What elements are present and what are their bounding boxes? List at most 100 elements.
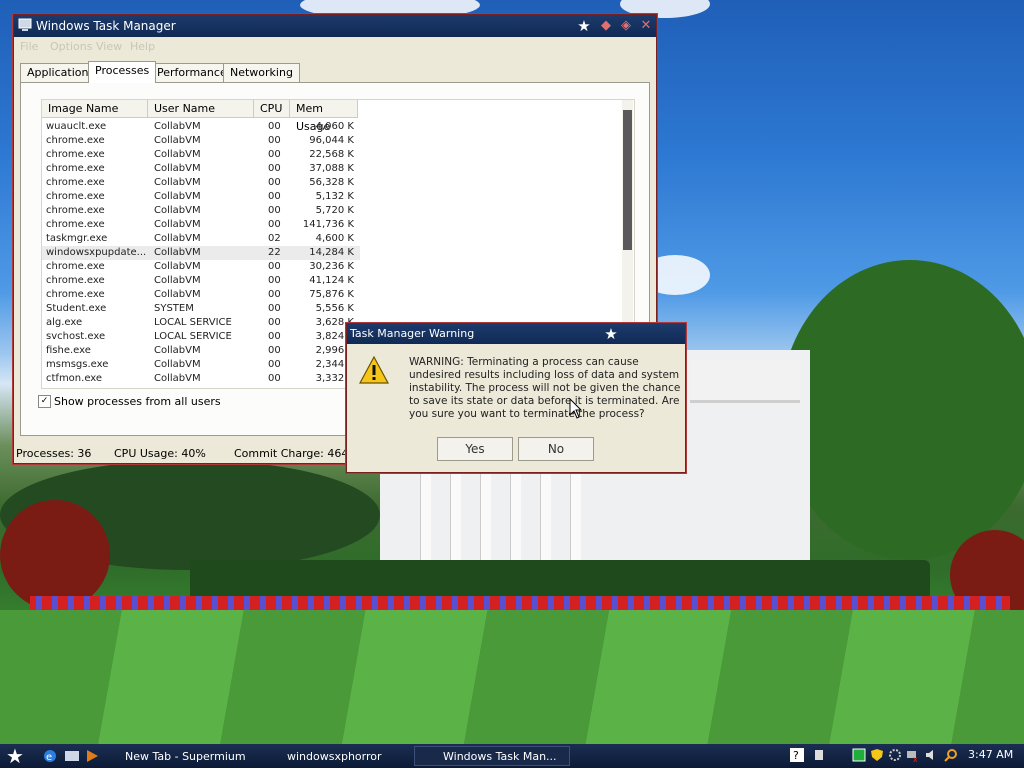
process-row[interactable]: chrome.exe CollabVM 00 5,132 K	[42, 190, 360, 204]
process-row[interactable]: chrome.exe CollabVM 00 5,720 K	[42, 204, 360, 218]
process-row[interactable]: Student.exe SYSTEM 00 5,556 K	[42, 302, 360, 316]
maximize-button[interactable]: ◈	[618, 18, 634, 34]
menu-file[interactable]: File	[20, 40, 38, 53]
taskbar-task-supermium[interactable]: New Tab - Supermium	[96, 746, 256, 766]
column-user-name[interactable]: User Name	[148, 100, 254, 118]
column-cpu[interactable]: CPU	[254, 100, 290, 118]
process-row[interactable]: fishe.exe CollabVM 00 2,996 K	[42, 344, 360, 358]
process-mem: 2,996 K	[315, 345, 354, 356]
process-row[interactable]: chrome.exe CollabVM 00 41,124 K	[42, 274, 360, 288]
process-row[interactable]: windowsxpupdate... CollabVM 22 14,284 K	[42, 246, 360, 260]
process-cpu: 00	[268, 261, 281, 272]
svg-text:x: x	[913, 755, 918, 762]
tab-processes[interactable]: Processes	[88, 61, 157, 83]
status-green-icon[interactable]	[852, 748, 866, 762]
settings-gear-icon[interactable]	[888, 748, 902, 762]
show-all-processes-checkbox[interactable]: ✓	[38, 395, 51, 408]
process-name: chrome.exe	[46, 219, 105, 230]
process-cpu: 00	[268, 205, 281, 216]
process-name: wuauclt.exe	[46, 121, 107, 132]
process-cpu: 00	[268, 373, 281, 384]
process-user: CollabVM	[154, 121, 201, 132]
menu-bar: File Options View Help	[14, 37, 656, 57]
menu-view[interactable]: View	[96, 40, 122, 53]
process-row[interactable]: chrome.exe CollabVM 00 56,328 K	[42, 176, 360, 190]
column-image-name[interactable]: Image Name	[42, 100, 148, 118]
process-name: taskmgr.exe	[46, 233, 108, 244]
process-row[interactable]: wuauclt.exe CollabVM 00 4,060 K	[42, 120, 360, 134]
process-mem: 22,568 K	[309, 149, 354, 160]
process-row[interactable]: chrome.exe CollabVM 00 37,088 K	[42, 162, 360, 176]
taskbar-clock[interactable]: 3:47 AM	[968, 748, 1013, 761]
shield-icon[interactable]	[870, 748, 884, 762]
tab-networking[interactable]: Networking	[223, 63, 300, 82]
process-user: CollabVM	[154, 289, 201, 300]
process-row[interactable]: chrome.exe CollabVM 00 141,736 K	[42, 218, 360, 232]
tab-performance[interactable]: Performance	[150, 63, 234, 82]
help-icon[interactable]: ?	[790, 748, 804, 762]
process-user: CollabVM	[154, 219, 201, 230]
process-row[interactable]: svchost.exe LOCAL SERVICE 00 3,824 K	[42, 330, 360, 344]
task-manager-title-bar[interactable]: Windows Task Manager ★ ◆ ◈ ✕	[14, 15, 656, 37]
process-user: CollabVM	[154, 261, 201, 272]
ie-quicklaunch-icon[interactable]: e	[42, 746, 58, 766]
process-user: CollabVM	[154, 373, 201, 384]
process-row[interactable]: ctfmon.exe CollabVM 00 3,332 K	[42, 372, 360, 386]
network-disconnected-icon[interactable]: x	[906, 748, 920, 762]
column-mem-usage[interactable]: Mem Usage	[290, 100, 358, 133]
close-button[interactable]: ✕	[638, 18, 654, 34]
process-mem: 75,876 K	[309, 289, 354, 300]
mouse-cursor-icon	[569, 398, 583, 419]
warning-dialog-title: Task Manager Warning	[350, 327, 475, 340]
taskbar: ★ e New Tab - Supermium windowsxphorror …	[0, 744, 1024, 768]
process-row[interactable]: chrome.exe CollabVM 00 75,876 K	[42, 288, 360, 302]
process-mem: 3,332 K	[315, 373, 354, 384]
star-icon[interactable]: ★	[603, 326, 619, 342]
taskbar-task-supermium-label: New Tab - Supermium	[125, 750, 246, 763]
process-user: CollabVM	[154, 135, 201, 146]
volume-icon[interactable]	[924, 748, 938, 762]
menu-help[interactable]: Help	[130, 40, 155, 53]
process-cpu: 00	[268, 303, 281, 314]
process-row[interactable]: alg.exe LOCAL SERVICE 00 3,628 K	[42, 316, 360, 330]
scrollbar-thumb[interactable]	[623, 110, 632, 250]
process-cpu: 00	[268, 163, 281, 174]
process-cpu: 00	[268, 345, 281, 356]
process-user: LOCAL SERVICE	[154, 317, 232, 328]
process-user: CollabVM	[154, 163, 201, 174]
taskbar-task-task-manager[interactable]: Windows Task Man...	[414, 746, 570, 766]
process-row[interactable]: msmsgs.exe CollabVM 00 2,344 K	[42, 358, 360, 372]
process-mem: 37,088 K	[309, 163, 354, 174]
process-name: fishe.exe	[46, 345, 91, 356]
process-user: SYSTEM	[154, 303, 194, 314]
yes-button[interactable]: Yes	[437, 437, 513, 461]
process-cpu: 00	[268, 289, 281, 300]
process-name: chrome.exe	[46, 261, 105, 272]
svg-text:?: ?	[793, 749, 799, 762]
warning-dialog-title-bar[interactable]: Task Manager Warning ★	[347, 324, 685, 344]
process-user: CollabVM	[154, 345, 201, 356]
process-name: msmsgs.exe	[46, 359, 109, 370]
status-cpu-usage: CPU Usage: 40%	[114, 447, 206, 460]
process-cpu: 00	[268, 359, 281, 370]
process-name: chrome.exe	[46, 163, 105, 174]
star-icon[interactable]: ★	[576, 18, 592, 34]
show-desktop-icon[interactable]	[64, 746, 80, 766]
process-user: CollabVM	[154, 275, 201, 286]
menu-options[interactable]: Options	[50, 40, 92, 53]
show-all-processes-label[interactable]: Show processes from all users	[54, 395, 221, 408]
taskbar-task-windowsxphorror[interactable]: windowsxphorror	[258, 746, 408, 766]
network-icon[interactable]	[812, 748, 826, 762]
start-button[interactable]: ★	[6, 746, 24, 766]
process-row[interactable]: chrome.exe CollabVM 00 22,568 K	[42, 148, 360, 162]
process-row[interactable]: chrome.exe CollabVM 00 96,044 K	[42, 134, 360, 148]
search-icon[interactable]	[944, 748, 958, 762]
process-user: CollabVM	[154, 247, 201, 258]
process-row[interactable]: chrome.exe CollabVM 00 30,236 K	[42, 260, 360, 274]
no-button[interactable]: No	[518, 437, 594, 461]
minimize-button[interactable]: ◆	[598, 18, 614, 34]
warning-dialog: Task Manager Warning ★ WARNING: Terminat…	[346, 323, 686, 473]
process-name: Student.exe	[46, 303, 107, 314]
process-row[interactable]: taskmgr.exe CollabVM 02 4,600 K	[42, 232, 360, 246]
process-user: CollabVM	[154, 191, 201, 202]
